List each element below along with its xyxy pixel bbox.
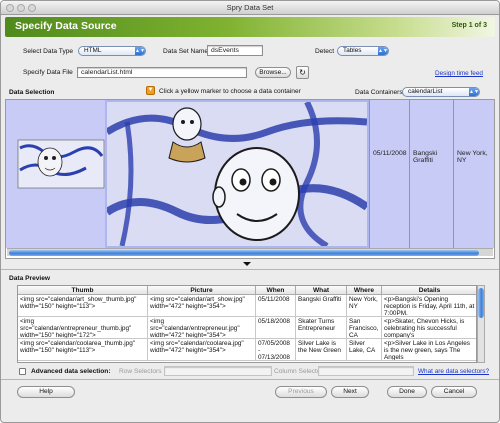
column-header-when[interactable]: When <box>256 286 296 295</box>
column-selectors-input[interactable] <box>318 366 414 376</box>
title-bar: Spry Data Set <box>1 1 499 15</box>
what-cell: Bangski Graffiti <box>409 100 453 248</box>
table-cell: 05/11/2008 <box>256 295 296 317</box>
zoom-window-button[interactable] <box>28 4 36 12</box>
picture-cell <box>105 100 369 248</box>
table-cell: <img src="calendar/art_show.jpg" width="… <box>148 295 256 317</box>
table-cell: <img src="calendar/art_show_thumb.jpg" w… <box>18 295 148 317</box>
banner-title: Specify Data Source <box>15 20 117 32</box>
data-selection-label: Data Selection <box>9 89 55 96</box>
table-cell: <img src="calendar/entrepreneur_thumb.jp… <box>18 317 148 339</box>
data-selectors-help-link[interactable]: What are data selectors? <box>418 368 489 375</box>
data-file-input[interactable]: calendarList.html <box>77 67 247 78</box>
chevron-down-icon: ▲▼ <box>135 47 145 55</box>
refresh-button[interactable]: ↻ <box>296 66 309 79</box>
horizontal-scrollbar[interactable] <box>7 248 493 256</box>
column-header-thumb[interactable]: Thumb <box>18 286 148 295</box>
what-value: Bangski Graffiti <box>413 150 438 164</box>
advanced-selection-label: Advanced data selection: <box>31 368 111 375</box>
table-cell: <p>Skater, Chevon Hicks, is celebrating … <box>382 317 476 339</box>
refresh-icon: ↻ <box>299 68 306 77</box>
row-selectors-label: Row Selectors <box>119 368 162 375</box>
divider <box>1 269 499 270</box>
column-header-picture[interactable]: Picture <box>148 286 256 295</box>
data-containers-value: calendarList <box>408 88 443 95</box>
data-set-name-label: Data Set Name <box>163 48 209 55</box>
when-cell: 05/11/2008 <box>369 100 409 248</box>
step-indicator: Step 1 of 3 <box>451 22 487 29</box>
advanced-selection-checkbox[interactable] <box>19 368 26 375</box>
table-cell: Skater Turns Entrepreneur <box>296 317 347 339</box>
table-cell: <p>Bangski's Opening reception is Friday… <box>382 295 476 317</box>
next-button[interactable]: Next <box>331 386 369 398</box>
table-cell: <p>Silver Lake in Los Angeles is the new… <box>382 339 476 361</box>
data-selection-preview[interactable]: 05/11/2008 Bangski Graffiti New York, NY <box>5 99 495 259</box>
table-cell: <img src="calendar/entrepreneur.jpg" wid… <box>148 317 256 339</box>
help-button[interactable]: Help <box>17 386 75 398</box>
design-time-feed-link[interactable]: Design time feed <box>435 70 483 77</box>
data-containers-label: Data Containers <box>355 89 403 96</box>
detect-label: Detect <box>315 48 335 55</box>
column-header-where[interactable]: Where <box>347 286 382 295</box>
data-preview-table[interactable]: Thumb Picture When What Where Details <i… <box>17 285 477 363</box>
table-cell: New York, NY <box>347 295 382 317</box>
chevron-down-icon: ▲▼ <box>469 88 479 96</box>
column-header-details[interactable]: Details <box>382 286 476 295</box>
table-cell: <img src="calendar/coolarea.jpg" width="… <box>148 339 256 361</box>
browse-button[interactable]: Browse... <box>255 67 291 78</box>
row-selectors-input[interactable] <box>164 366 272 376</box>
table-cell: Silver Lake, CA <box>347 339 382 361</box>
data-set-name-input[interactable]: dsEvents <box>207 45 263 56</box>
table-cell: San Francisco, CA <box>347 317 382 339</box>
table-cell: Silver Lake is the New Green <box>296 339 347 361</box>
chevron-down-icon: ▲▼ <box>378 47 388 55</box>
thumb-cell <box>6 100 105 248</box>
marker-hint: Click a yellow marker to choose a data c… <box>159 88 301 95</box>
cancel-button[interactable]: Cancel <box>431 386 477 398</box>
detect-select[interactable]: Tables ▲▼ <box>337 46 389 56</box>
where-cell: New York, NY <box>453 100 494 248</box>
column-header-what[interactable]: What <box>296 286 347 295</box>
done-button[interactable]: Done <box>387 386 427 398</box>
detect-value: Tables <box>343 47 362 54</box>
close-window-button[interactable] <box>6 4 14 12</box>
window-title: Spry Data Set <box>226 3 274 12</box>
table-cell: Bangski Graffiti <box>296 295 347 317</box>
when-value: 05/11/2008 <box>373 150 407 157</box>
data-type-value: HTML <box>84 47 102 54</box>
footer-divider <box>1 379 499 380</box>
where-value: New York, NY <box>457 150 488 164</box>
scroll-thumb[interactable] <box>478 288 484 318</box>
data-type-label: Select Data Type <box>23 48 74 55</box>
table-cell: <img src="calendar/coolarea_thumb.jpg" w… <box>18 339 148 361</box>
thumbnail-image <box>17 139 105 189</box>
data-containers-select[interactable]: calendarList ▲▼ <box>402 87 480 97</box>
dialog-window: Spry Data Set Specify Data Source Step 1… <box>0 0 500 423</box>
data-type-select[interactable]: HTML ▲▼ <box>78 46 146 56</box>
step-banner: Specify Data Source Step 1 of 3 <box>5 17 495 37</box>
previous-button[interactable]: Previous <box>275 386 327 398</box>
vertical-scrollbar[interactable] <box>477 285 485 363</box>
splitter-arrow-icon[interactable] <box>243 262 251 266</box>
scroll-thumb[interactable] <box>9 250 479 256</box>
picture-image <box>107 102 367 246</box>
marker-icon: ▼ <box>146 86 155 95</box>
table-cell: 05/18/2008 <box>256 317 296 339</box>
data-file-label: Specify Data File <box>23 69 73 76</box>
minimize-window-button[interactable] <box>17 4 25 12</box>
data-preview-label: Data Preview <box>9 275 51 282</box>
table-cell: 07/05/2008 - 07/13/2008 <box>256 339 296 361</box>
